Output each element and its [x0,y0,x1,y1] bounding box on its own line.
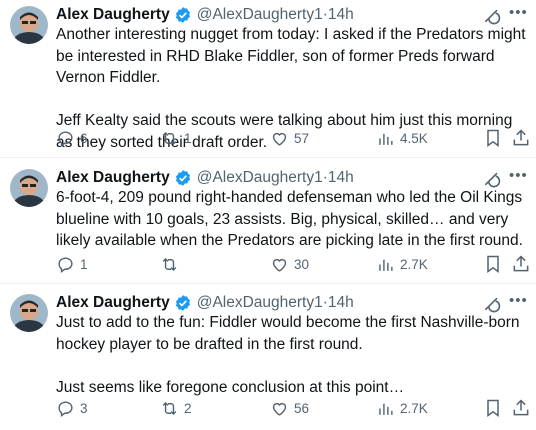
action-bar: 6 1 57 4.5K [0,126,536,150]
reply-count: 1 [80,256,88,272]
repost-icon [162,257,177,271]
tweet-paragraph: 6-foot-4, 209 pound right-handed defense… [56,189,523,249]
like-count: 57 [294,130,310,146]
verified-badge-icon [175,7,190,23]
like-icon [272,402,287,416]
views-button[interactable]: 2.7K [376,396,428,420]
author-handle[interactable]: @AlexDaugherty1 [197,6,323,24]
divider [0,283,536,284]
tweet-header: Alex Daugherty @AlexDaugherty1 · 14h [56,167,536,189]
more-icon[interactable]: ••• [509,168,528,183]
repost-count: 1 [184,130,192,146]
reply-icon [58,400,73,417]
bookmark-icon[interactable] [483,398,503,418]
like-button[interactable]: 56 [270,396,309,420]
tweet-text: 6-foot-4, 209 pound right-handed defense… [56,187,532,252]
action-bar: 1 30 2.7K [0,252,536,276]
tweet-text: Just to add to the fun: Fiddler would be… [56,312,532,398]
views-icon [379,403,393,415]
reply-button[interactable]: 3 [56,396,88,420]
repost-button[interactable]: 1 [160,126,192,150]
verified-badge-icon [175,170,190,186]
bookmark-icon[interactable] [483,128,503,148]
tweet-1[interactable]: Alex Daugherty @AlexDaugherty1 · 14h •••… [0,0,536,151]
views-button[interactable]: 4.5K [376,126,428,150]
repost-button[interactable] [160,252,184,276]
grok-icon[interactable] [482,6,502,26]
tweet-paragraph: Just seems like foregone conclusion at t… [56,378,405,396]
views-count: 4.5K [400,130,428,146]
timestamp[interactable]: 14h [328,294,354,312]
reply-icon [58,130,73,147]
grok-icon[interactable] [482,169,502,189]
timestamp[interactable]: 14h [328,6,354,24]
like-button[interactable]: 30 [270,252,309,276]
views-count: 2.7K [400,400,428,416]
tweet-header: Alex Daugherty @AlexDaugherty1 · 14h [56,4,536,26]
repost-button[interactable]: 2 [160,396,192,420]
reply-count: 6 [80,130,88,146]
views-count: 2.7K [400,256,428,272]
like-button[interactable]: 57 [270,126,309,150]
author-name[interactable]: Alex Daugherty [56,294,170,312]
tweet-paragraph: Another interesting nugget from today: I… [56,26,526,86]
bookmark-icon[interactable] [483,254,503,274]
timestamp[interactable]: 14h [328,169,354,187]
reply-count: 3 [80,400,88,416]
like-icon [272,132,287,146]
like-icon [272,258,287,272]
more-icon[interactable]: ••• [509,293,528,308]
reply-button[interactable]: 1 [56,252,88,276]
repost-count: 2 [184,400,192,416]
avatar[interactable] [10,6,48,44]
grok-icon[interactable] [482,294,502,314]
share-icon[interactable] [511,128,531,148]
author-name[interactable]: Alex Daugherty [56,169,170,187]
share-icon[interactable] [511,398,531,418]
avatar[interactable] [10,294,48,332]
views-icon [379,133,393,145]
more-icon[interactable]: ••• [509,5,528,20]
tweet-paragraph: Just to add to the fun: Fiddler would be… [56,314,520,353]
divider [0,157,536,158]
reply-icon [58,256,73,273]
views-button[interactable]: 2.7K [376,252,428,276]
avatar[interactable] [10,169,48,207]
author-handle[interactable]: @AlexDaugherty1 [197,169,323,187]
tweet-header: Alex Daugherty @AlexDaugherty1 · 14h [56,292,536,314]
repost-icon [162,401,177,415]
like-count: 56 [294,400,310,416]
views-icon [379,259,393,271]
reply-button[interactable]: 6 [56,126,88,150]
repost-icon [162,131,177,145]
tweet-2[interactable]: Alex Daugherty @AlexDaugherty1 · 14h •••… [0,163,536,278]
share-icon[interactable] [511,254,531,274]
author-name[interactable]: Alex Daugherty [56,6,170,24]
verified-badge-icon [175,295,190,311]
tweet-3[interactable]: Alex Daugherty @AlexDaugherty1 · 14h •••… [0,288,536,430]
like-count: 30 [294,256,310,272]
action-bar: 3 2 56 2.7K [0,396,536,420]
author-handle[interactable]: @AlexDaugherty1 [197,294,323,312]
